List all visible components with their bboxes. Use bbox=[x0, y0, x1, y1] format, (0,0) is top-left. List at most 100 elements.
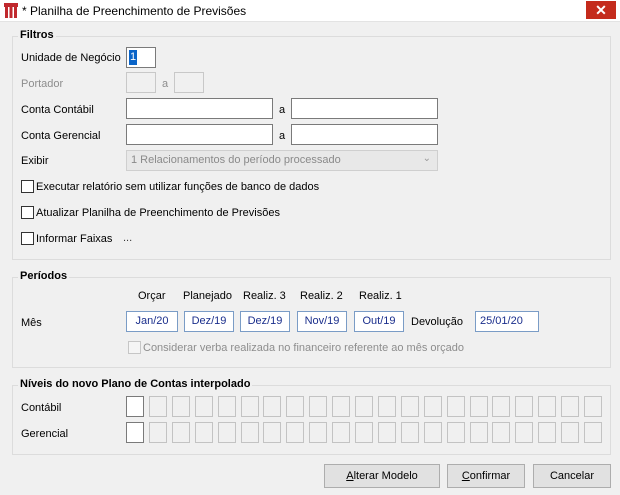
periodos-title: Períodos bbox=[18, 270, 70, 282]
cancelar-button[interactable]: Cancelar bbox=[533, 464, 611, 488]
alterar-modelo-button[interactable]: Alterar Modelo bbox=[324, 464, 440, 488]
unidade-value: 1 bbox=[129, 50, 137, 65]
niveis-title: Níveis do novo Plano de Contas interpola… bbox=[18, 378, 253, 390]
contabil-level-box[interactable] bbox=[377, 396, 396, 417]
contabil-level-box[interactable] bbox=[561, 396, 580, 417]
contabil-level-box[interactable] bbox=[538, 396, 557, 417]
portador-a-label: a bbox=[162, 78, 169, 90]
contabil-level-box[interactable] bbox=[492, 396, 511, 417]
confirmar-label: onfirmar bbox=[469, 470, 511, 482]
gerencial-level-box[interactable] bbox=[446, 422, 465, 443]
unidade-label: Unidade de Negócio bbox=[21, 52, 121, 64]
contabil-level-box[interactable] bbox=[469, 396, 488, 417]
periodo-realiz2-input[interactable]: Nov/19 bbox=[297, 311, 347, 332]
gerencial-level-box[interactable] bbox=[355, 422, 373, 443]
conta-contabil-to-input[interactable] bbox=[291, 98, 438, 119]
gerencial-level-box[interactable] bbox=[332, 422, 351, 443]
portador-to-input[interactable] bbox=[174, 72, 204, 93]
conta-gerencial-a-label: a bbox=[279, 130, 286, 142]
contabil-level-box[interactable] bbox=[217, 396, 236, 417]
contabil-level-box[interactable] bbox=[126, 396, 144, 417]
niveis-contabil-label: Contábil bbox=[21, 402, 62, 414]
contabil-level-box[interactable] bbox=[332, 396, 351, 417]
window-title: * Planilha de Preenchimento de Previsões bbox=[22, 4, 247, 18]
considerar-label: Considerar verba realizada no financeiro… bbox=[143, 342, 465, 354]
niveis-gerencial-label: Gerencial bbox=[21, 428, 69, 440]
close-icon: ✕ bbox=[595, 2, 607, 18]
periodo-header-realiz2: Realiz. 2 bbox=[300, 290, 343, 302]
gerencial-level-box[interactable] bbox=[400, 422, 419, 443]
faixas-ellipsis-button[interactable]: ... bbox=[123, 232, 132, 244]
gerencial-level-box[interactable] bbox=[217, 422, 236, 443]
faixas-checkbox[interactable] bbox=[21, 232, 34, 245]
filtros-title: Filtros bbox=[18, 29, 56, 41]
devolucao-label: Devolução bbox=[411, 316, 463, 328]
contabil-level-box[interactable] bbox=[446, 396, 465, 417]
gerencial-level-box[interactable] bbox=[240, 422, 259, 443]
contabil-level-box[interactable] bbox=[240, 396, 259, 417]
periodo-orcar-input[interactable]: Jan/20 bbox=[126, 311, 178, 332]
contabil-level-box[interactable] bbox=[194, 396, 213, 417]
contabil-level-box[interactable] bbox=[171, 396, 190, 417]
exibir-label: Exibir bbox=[21, 155, 49, 167]
conta-contabil-label: Conta Contábil bbox=[21, 104, 94, 116]
contabil-level-box[interactable] bbox=[286, 396, 305, 417]
conta-gerencial-from-input[interactable] bbox=[126, 124, 273, 145]
chevron-down-icon: ⌄ bbox=[422, 153, 431, 164]
gerencial-level-box[interactable] bbox=[515, 422, 534, 443]
contabil-level-box[interactable] bbox=[355, 396, 373, 417]
gerencial-level-box[interactable] bbox=[263, 422, 282, 443]
conta-gerencial-label: Conta Gerencial bbox=[21, 130, 101, 142]
app-logo-icon bbox=[4, 3, 18, 18]
conta-contabil-from-input[interactable] bbox=[126, 98, 273, 119]
executar-label: Executar relatório sem utilizar funções … bbox=[36, 181, 320, 193]
devolucao-input[interactable]: 25/01/20 bbox=[475, 311, 539, 332]
gerencial-level-box[interactable] bbox=[423, 422, 442, 443]
contabil-level-box[interactable] bbox=[263, 396, 282, 417]
confirmar-mnemonic: C bbox=[461, 470, 470, 482]
contabil-level-box[interactable] bbox=[148, 396, 167, 417]
gerencial-level-box[interactable] bbox=[194, 422, 213, 443]
close-button[interactable]: ✕ bbox=[586, 1, 616, 19]
considerar-checkbox[interactable] bbox=[128, 341, 141, 354]
periodo-realiz1-input[interactable]: Out/19 bbox=[354, 311, 404, 332]
periodo-header-orcar: Orçar bbox=[138, 290, 166, 302]
gerencial-level-box[interactable] bbox=[538, 422, 557, 443]
periodo-header-realiz1: Realiz. 1 bbox=[359, 290, 402, 302]
contabil-level-box[interactable] bbox=[309, 396, 328, 417]
gerencial-level-box[interactable] bbox=[469, 422, 488, 443]
gerencial-level-box[interactable] bbox=[309, 422, 328, 443]
gerencial-level-box[interactable] bbox=[492, 422, 511, 443]
atualizar-checkbox[interactable] bbox=[21, 206, 34, 219]
alterar-mnemonic: A bbox=[346, 470, 354, 482]
unidade-input[interactable]: 1 bbox=[126, 47, 156, 68]
gerencial-level-box[interactable] bbox=[148, 422, 167, 443]
gerencial-level-box[interactable] bbox=[286, 422, 305, 443]
contabil-level-box[interactable] bbox=[423, 396, 442, 417]
periodo-planejado-input[interactable]: Dez/19 bbox=[184, 311, 234, 332]
filtros-group bbox=[12, 36, 611, 260]
confirmar-button[interactable]: Confirmar bbox=[447, 464, 525, 488]
gerencial-level-box[interactable] bbox=[377, 422, 396, 443]
contabil-level-box[interactable] bbox=[584, 396, 602, 417]
faixas-label: Informar Faixas bbox=[36, 233, 113, 245]
contabil-level-box[interactable] bbox=[515, 396, 534, 417]
periodo-header-realiz3: Realiz. 3 bbox=[243, 290, 286, 302]
alterar-label: lterar Modelo bbox=[353, 470, 418, 482]
periodo-header-planejado: Planejado bbox=[183, 290, 232, 302]
executar-checkbox[interactable] bbox=[21, 180, 34, 193]
conta-gerencial-to-input[interactable] bbox=[291, 124, 438, 145]
gerencial-level-box[interactable] bbox=[561, 422, 580, 443]
portador-label: Portador bbox=[21, 78, 64, 90]
exibir-select[interactable]: 1 Relacionamentos do período processado … bbox=[126, 150, 438, 171]
title-bar: * Planilha de Preenchimento de Previsões… bbox=[0, 0, 620, 22]
gerencial-level-box[interactable] bbox=[171, 422, 190, 443]
periodo-realiz3-input[interactable]: Dez/19 bbox=[240, 311, 290, 332]
exibir-value: 1 Relacionamentos do período processado bbox=[131, 154, 341, 166]
contabil-level-box[interactable] bbox=[400, 396, 419, 417]
cancelar-label: Cancelar bbox=[549, 470, 595, 482]
gerencial-level-box[interactable] bbox=[126, 422, 144, 443]
gerencial-level-box[interactable] bbox=[584, 422, 602, 443]
atualizar-label: Atualizar Planilha de Preenchimento de P… bbox=[36, 207, 280, 219]
portador-from-input[interactable] bbox=[126, 72, 156, 93]
